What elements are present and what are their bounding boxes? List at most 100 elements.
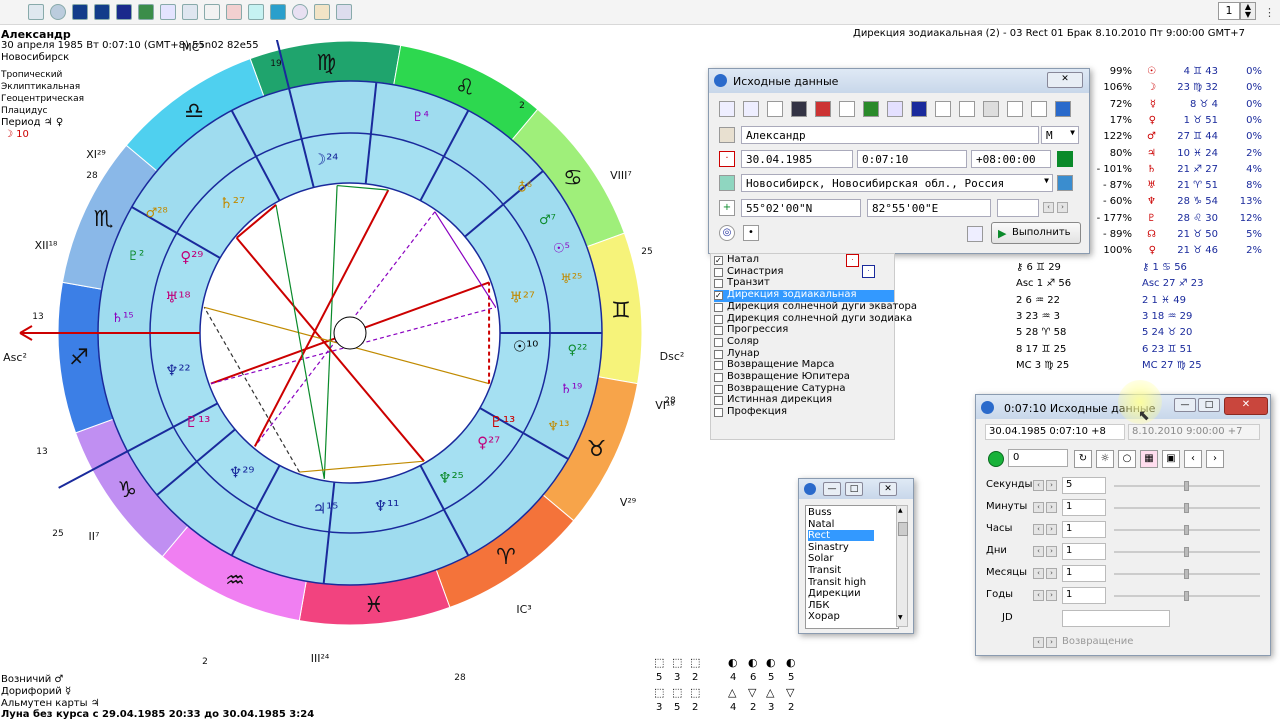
coordinates-icon[interactable]: +	[719, 200, 735, 216]
checkbox[interactable]	[714, 373, 723, 382]
z-icon[interactable]	[1055, 101, 1071, 117]
calendar-icon[interactable]: ·	[862, 265, 875, 278]
circle-icon[interactable]: ○	[1118, 450, 1136, 468]
increment-icon[interactable]: ›	[1046, 502, 1057, 513]
longitude-input[interactable]: 82°55'00"E	[867, 199, 991, 217]
sun-icon[interactable]	[983, 101, 999, 117]
copy-icon[interactable]	[967, 226, 983, 242]
zodiac-wheel-icon[interactable]: ◎	[719, 225, 735, 241]
step-value-input[interactable]: 1	[1062, 521, 1106, 538]
increment-icon[interactable]: ›	[1046, 524, 1057, 535]
l-icon[interactable]	[863, 101, 879, 117]
document-icon[interactable]	[204, 4, 220, 20]
file-list-item[interactable]: Хорар	[808, 611, 840, 622]
name-input[interactable]: Александр	[741, 126, 1039, 144]
scroll-thumb[interactable]	[898, 522, 908, 536]
file-list-item[interactable]: Solar	[808, 553, 833, 564]
maximize-button[interactable]: □	[845, 482, 863, 496]
dialog-titlebar[interactable]: Исходные данные ✕	[709, 69, 1089, 93]
time-input[interactable]: 0:07:10	[857, 150, 967, 168]
step-counter[interactable]: 0	[1008, 449, 1068, 467]
increment-icon[interactable]: ›	[1046, 480, 1057, 491]
decrement-icon[interactable]: ‹	[1033, 568, 1044, 579]
step-slider-thumb[interactable]	[1184, 569, 1189, 579]
checkbox[interactable]	[714, 314, 723, 324]
latitude-input[interactable]: 55°02'00"N	[741, 199, 861, 217]
increment-icon[interactable]: ›	[1046, 546, 1057, 557]
step-slider-thumb[interactable]	[1184, 547, 1189, 557]
save-icon[interactable]: ▣	[1162, 450, 1180, 468]
sun-icon[interactable]: ☼	[1096, 450, 1114, 468]
dot-icon[interactable]: •	[743, 225, 759, 241]
page-spinner[interactable]: ▲ ▼	[1240, 2, 1256, 20]
gender-select[interactable]: М ▼	[1041, 126, 1079, 144]
step-value-input[interactable]: 1	[1062, 587, 1106, 604]
calendar-icon[interactable]: ·	[719, 151, 735, 167]
checkbox[interactable]	[714, 396, 723, 406]
circle-icon[interactable]	[935, 101, 951, 117]
checkbox[interactable]	[714, 267, 723, 277]
checkbox[interactable]	[714, 302, 723, 312]
file-list-item[interactable]: Sinastry	[808, 542, 849, 553]
timezone-input[interactable]: +08:00:00	[971, 150, 1051, 168]
file-list-item[interactable]: ЛБК	[808, 600, 829, 611]
map-icon[interactable]	[160, 4, 176, 20]
next-icon[interactable]: ›	[1046, 637, 1057, 648]
circle-icon[interactable]	[292, 4, 308, 20]
step-value-input[interactable]: 1	[1062, 499, 1106, 516]
timezone-status[interactable]	[1057, 151, 1073, 167]
next-icon[interactable]: ›	[1057, 202, 1068, 213]
ring-icon[interactable]	[1031, 101, 1047, 117]
book-icon[interactable]	[116, 4, 132, 20]
table-icon[interactable]	[28, 4, 44, 20]
natal-chart-wheel[interactable]: ♍♌♋♊♉♈♓♒♑♐♏♎MC³IX²⁴XI²⁹VIII⁷XII¹⁸Asc²Dsc…	[0, 40, 700, 700]
earth-icon[interactable]	[270, 4, 286, 20]
file-list-item[interactable]: Buss	[808, 507, 832, 518]
checkbox[interactable]: ✓	[714, 256, 723, 265]
increment-icon[interactable]: ›	[1046, 590, 1057, 601]
checkbox[interactable]	[714, 408, 723, 418]
file-list-item[interactable]: Дирекции	[808, 588, 861, 599]
list-titlebar[interactable]: — □ ✕	[799, 479, 913, 499]
scroll-down-icon[interactable]: ▼	[898, 614, 903, 621]
night-sky-icon[interactable]	[94, 4, 110, 20]
new-document-icon[interactable]	[767, 101, 783, 117]
decrement-icon[interactable]: ‹	[1033, 546, 1044, 557]
vesta-icon[interactable]	[911, 101, 927, 117]
origin-date-field[interactable]: 30.04.1985 0:07:10 +8	[985, 424, 1125, 440]
k-icon[interactable]	[839, 101, 855, 117]
step-value-input[interactable]: 1	[1062, 565, 1106, 582]
previous-icon[interactable]: ‹	[1184, 450, 1202, 468]
paste-icon[interactable]	[743, 101, 759, 117]
map-icon[interactable]	[719, 175, 735, 191]
picture-icon[interactable]	[226, 4, 242, 20]
step-slider-thumb[interactable]	[1184, 503, 1189, 513]
globe-icon[interactable]	[50, 4, 66, 20]
list-scrollbar[interactable]: ▲ ▼	[896, 505, 908, 627]
file-list-item[interactable]: Natal	[808, 519, 834, 530]
world-map-icon[interactable]	[1057, 175, 1073, 191]
green-circle-icon[interactable]	[988, 451, 1004, 467]
close-button[interactable]: ✕	[879, 482, 897, 496]
file-list-item[interactable]: Rect	[808, 530, 874, 542]
decrement-icon[interactable]: ‹	[1033, 480, 1044, 491]
checkbox[interactable]	[714, 361, 723, 371]
copy-icon[interactable]	[719, 101, 735, 117]
jd-input[interactable]	[1062, 610, 1170, 627]
decrement-icon[interactable]: ‹	[1033, 502, 1044, 513]
person-icon[interactable]	[719, 127, 735, 143]
refresh-icon[interactable]: ↻	[1074, 450, 1092, 468]
file-list-item[interactable]: Transit	[808, 565, 841, 576]
saturn-icon[interactable]	[959, 101, 975, 117]
page-number-field[interactable]: 1	[1218, 2, 1240, 20]
step-slider-thumb[interactable]	[1184, 525, 1189, 535]
planet-icon[interactable]	[138, 4, 154, 20]
place-select[interactable]: Новосибирск, Новосибирская обл., Россия ▼	[741, 174, 1053, 192]
print-icon[interactable]	[815, 101, 831, 117]
prev-icon[interactable]: ‹	[1043, 202, 1054, 213]
checkbox[interactable]: ✓	[714, 291, 723, 301]
decrement-icon[interactable]: ‹	[1033, 590, 1044, 601]
step-value-input[interactable]: 5	[1062, 477, 1106, 494]
pluto-icon[interactable]	[887, 101, 903, 117]
toolbar-more-icon[interactable]: ⋮	[1264, 6, 1275, 19]
